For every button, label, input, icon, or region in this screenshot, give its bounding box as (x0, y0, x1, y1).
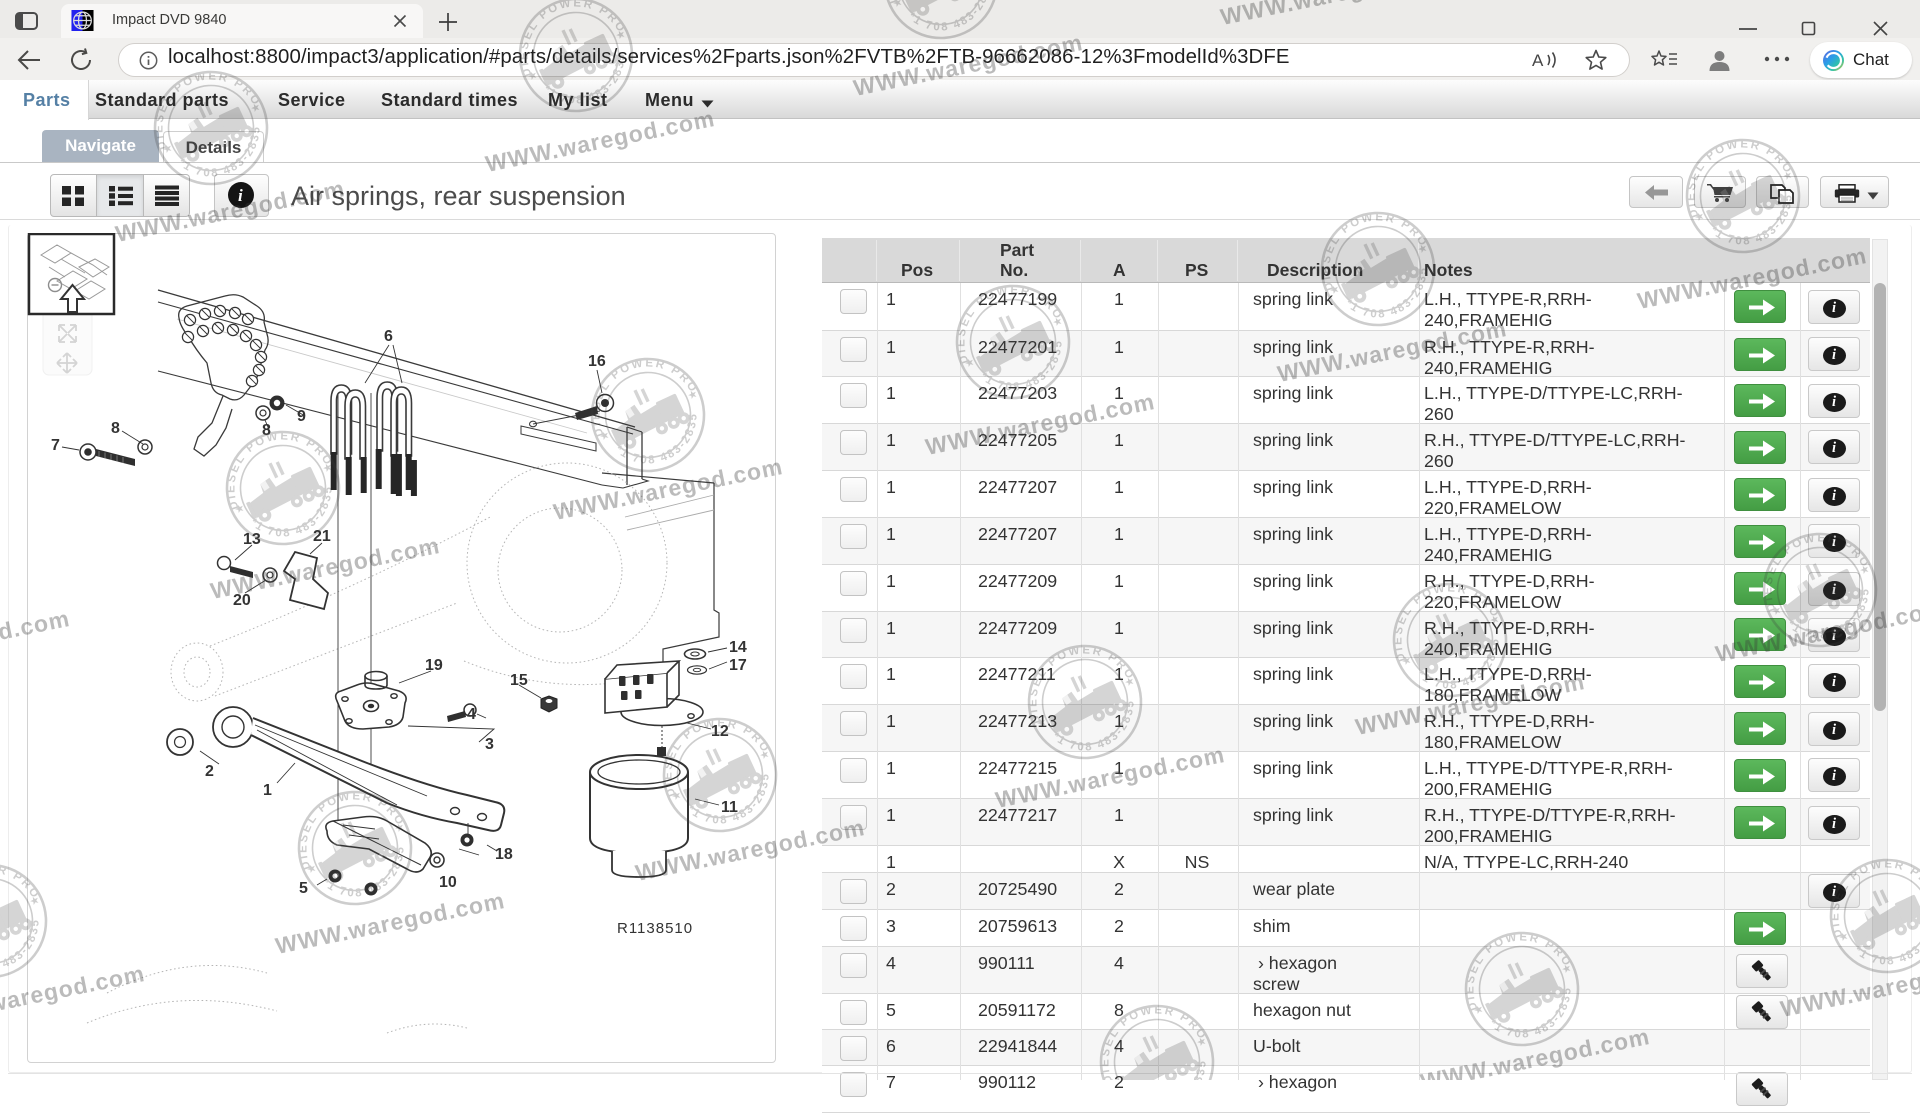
svg-text:19: 19 (425, 657, 443, 674)
svg-text:R1138510: R1138510 (617, 920, 693, 937)
svg-text:2: 2 (205, 763, 214, 780)
svg-text:7: 7 (51, 437, 60, 454)
svg-text:15: 15 (510, 672, 528, 689)
svg-text:3: 3 (485, 736, 494, 753)
svg-text:8: 8 (262, 422, 271, 439)
svg-text:10: 10 (439, 874, 457, 891)
svg-text:21: 21 (313, 528, 331, 545)
svg-text:8: 8 (111, 420, 120, 437)
svg-text:4: 4 (467, 706, 476, 723)
svg-text:14: 14 (729, 639, 747, 656)
svg-text:18: 18 (495, 846, 513, 863)
svg-text:1: 1 (263, 782, 272, 799)
svg-text:13: 13 (243, 531, 261, 548)
svg-text:6: 6 (384, 328, 393, 345)
svg-text:A: A (1532, 51, 1544, 70)
svg-text:17: 17 (729, 657, 747, 674)
svg-text:16: 16 (588, 353, 606, 370)
svg-text:i: i (238, 186, 243, 205)
svg-text:11: 11 (721, 799, 738, 816)
svg-text:5: 5 (299, 880, 308, 897)
svg-text:20: 20 (233, 592, 251, 609)
svg-text:9: 9 (297, 408, 306, 425)
svg-text:12: 12 (711, 723, 729, 740)
